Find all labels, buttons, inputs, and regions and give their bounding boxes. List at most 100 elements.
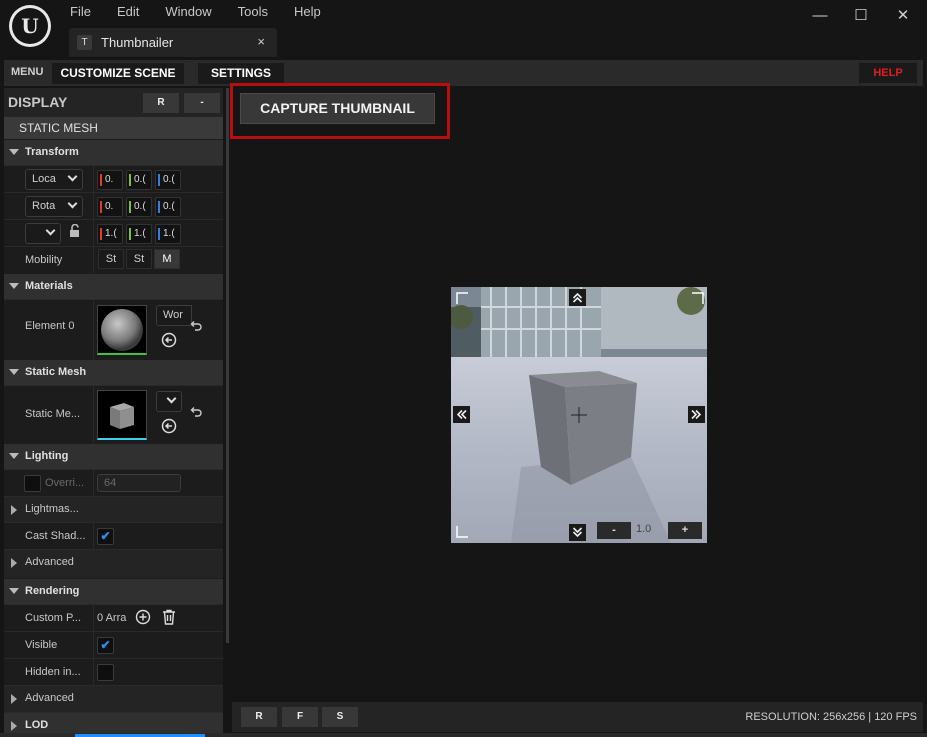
static-mesh-row: Static Me... [4, 385, 223, 443]
chevron-down-icon [166, 393, 177, 404]
close-window-button[interactable]: ✕ [893, 6, 913, 26]
scale-z-value: 1.( [163, 228, 175, 239]
use-selected-icon[interactable] [160, 332, 178, 350]
section-static-mesh[interactable]: Static Mesh [4, 359, 223, 385]
zoom-out-button[interactable]: - [597, 522, 631, 539]
custom-primitive-row: Custom P... 0 Arra [4, 604, 223, 631]
lightmass-subsection[interactable]: Lightmas... [4, 496, 223, 522]
custom-primitive-value: 0 Arra [97, 612, 127, 624]
location-row: Loca 0. 0.( 0.( [4, 165, 223, 192]
camera-left-icon[interactable] [453, 406, 470, 423]
material-element-row: Element 0 Wor [4, 299, 223, 359]
y-axis-bar [129, 174, 131, 186]
location-y-field[interactable]: 0.( [126, 170, 152, 190]
hidden-in-game-checkbox[interactable] [97, 664, 114, 681]
menu-window[interactable]: Window [165, 4, 211, 19]
section-lighting[interactable]: Lighting [4, 443, 223, 469]
lighting-advanced-label: Advanced [25, 556, 74, 568]
scale-z-field[interactable]: 1.( [155, 224, 181, 244]
trash-icon[interactable] [160, 609, 178, 627]
tab-thumbnailer[interactable]: T Thumbnailer × [69, 28, 277, 57]
scale-x-field[interactable]: 1.( [97, 224, 123, 244]
rotation-x-value: 0. [105, 201, 114, 212]
chevron-down-icon [67, 198, 78, 209]
section-materials-label: Materials [25, 280, 73, 292]
camera-up-icon[interactable] [569, 289, 586, 306]
rotation-y-field[interactable]: 0.( [126, 197, 152, 217]
location-x-field[interactable]: 0. [97, 170, 123, 190]
settings-button[interactable]: SETTINGS [198, 63, 284, 84]
toolbar: MENU CUSTOMIZE SCENE SETTINGS HELP [4, 60, 923, 86]
reset-to-default-icon[interactable] [187, 405, 205, 423]
section-lighting-label: Lighting [25, 450, 69, 462]
cast-shadow-checkbox[interactable]: ✔ [97, 528, 114, 545]
mobility-static-button[interactable]: St [98, 249, 124, 269]
scale-dropdown[interactable] [25, 223, 61, 244]
add-element-icon[interactable] [134, 609, 152, 627]
mobility-stationary-button[interactable]: St [126, 249, 152, 269]
lighting-advanced-subsection[interactable]: Advanced [4, 549, 223, 575]
override-value-field[interactable]: 64 [97, 474, 181, 492]
help-button[interactable]: HELP [859, 63, 917, 83]
z-axis-bar [158, 174, 160, 186]
scale-y-field[interactable]: 1.( [126, 224, 152, 244]
rotation-dropdown[interactable]: Rota [25, 196, 83, 217]
location-z-field[interactable]: 0.( [155, 170, 181, 190]
thumbnail-preview-viewport[interactable]: - 1.0 + [451, 287, 707, 543]
collapse-button[interactable]: - [184, 93, 220, 113]
custom-primitive-label: Custom P... [25, 612, 82, 624]
s-button[interactable]: S [322, 707, 358, 727]
panel-splitter[interactable] [226, 88, 229, 643]
menu-help[interactable]: Help [294, 4, 321, 19]
capture-thumbnail-button[interactable]: CAPTURE THUMBNAIL [240, 93, 435, 124]
minimize-button[interactable]: — [810, 6, 830, 26]
mobility-movable-button[interactable]: M [154, 249, 180, 269]
collapsed-arrow-icon [11, 694, 17, 704]
zoom-in-button[interactable]: + [668, 522, 702, 539]
column-divider [93, 220, 94, 246]
mesh-dropdown[interactable] [156, 391, 182, 412]
column-divider [93, 632, 94, 658]
category-label: STATIC MESH [19, 121, 98, 135]
hidden-in-game-label: Hidden in... [25, 666, 81, 678]
rotation-z-field[interactable]: 0.( [155, 197, 181, 217]
section-materials[interactable]: Materials [4, 273, 223, 299]
override-row: Overri... 64 [4, 469, 223, 496]
camera-down-icon[interactable] [569, 524, 586, 541]
column-divider [93, 193, 94, 219]
r-button[interactable]: R [241, 707, 277, 727]
reset-button[interactable]: R [143, 93, 179, 113]
x-axis-bar [100, 201, 102, 213]
section-transform[interactable]: Transform [4, 139, 223, 165]
scale-x-value: 1.( [105, 228, 117, 239]
section-rendering[interactable]: Rendering [4, 578, 223, 604]
rendering-advanced-subsection[interactable]: Advanced [4, 685, 223, 711]
material-dropdown-text: Wor [163, 309, 183, 321]
use-selected-icon[interactable] [160, 418, 178, 436]
menu-tools[interactable]: Tools [238, 4, 268, 19]
tab-close-icon[interactable]: × [257, 34, 265, 49]
lock-icon[interactable] [66, 223, 84, 242]
chevron-down-icon [45, 225, 56, 236]
section-lod[interactable]: LOD [4, 712, 223, 733]
mesh-thumbnail[interactable] [97, 390, 147, 440]
x-axis-bar [100, 174, 102, 186]
menu-label[interactable]: MENU [11, 66, 43, 78]
f-button[interactable]: F [282, 707, 318, 727]
maximize-button[interactable]: ☐ [851, 6, 871, 26]
override-checkbox[interactable] [24, 475, 41, 492]
menu-file[interactable]: File [70, 4, 91, 19]
x-axis-bar [100, 228, 102, 240]
unreal-logo[interactable]: U [9, 5, 51, 47]
menu-edit[interactable]: Edit [117, 4, 139, 19]
camera-right-icon[interactable] [688, 406, 705, 423]
material-thumbnail[interactable] [97, 305, 147, 355]
visible-checkbox[interactable]: ✔ [97, 637, 114, 654]
title-bar: U File Edit Window Tools Help — ☐ ✕ T Th… [0, 0, 927, 60]
rotation-x-field[interactable]: 0. [97, 197, 123, 217]
reset-to-default-icon[interactable] [187, 319, 205, 337]
customize-scene-button[interactable]: CUSTOMIZE SCENE [52, 63, 184, 84]
location-dropdown[interactable]: Loca [25, 169, 83, 190]
category-static-mesh[interactable]: STATIC MESH [4, 117, 223, 139]
expand-arrow-icon [9, 453, 19, 459]
